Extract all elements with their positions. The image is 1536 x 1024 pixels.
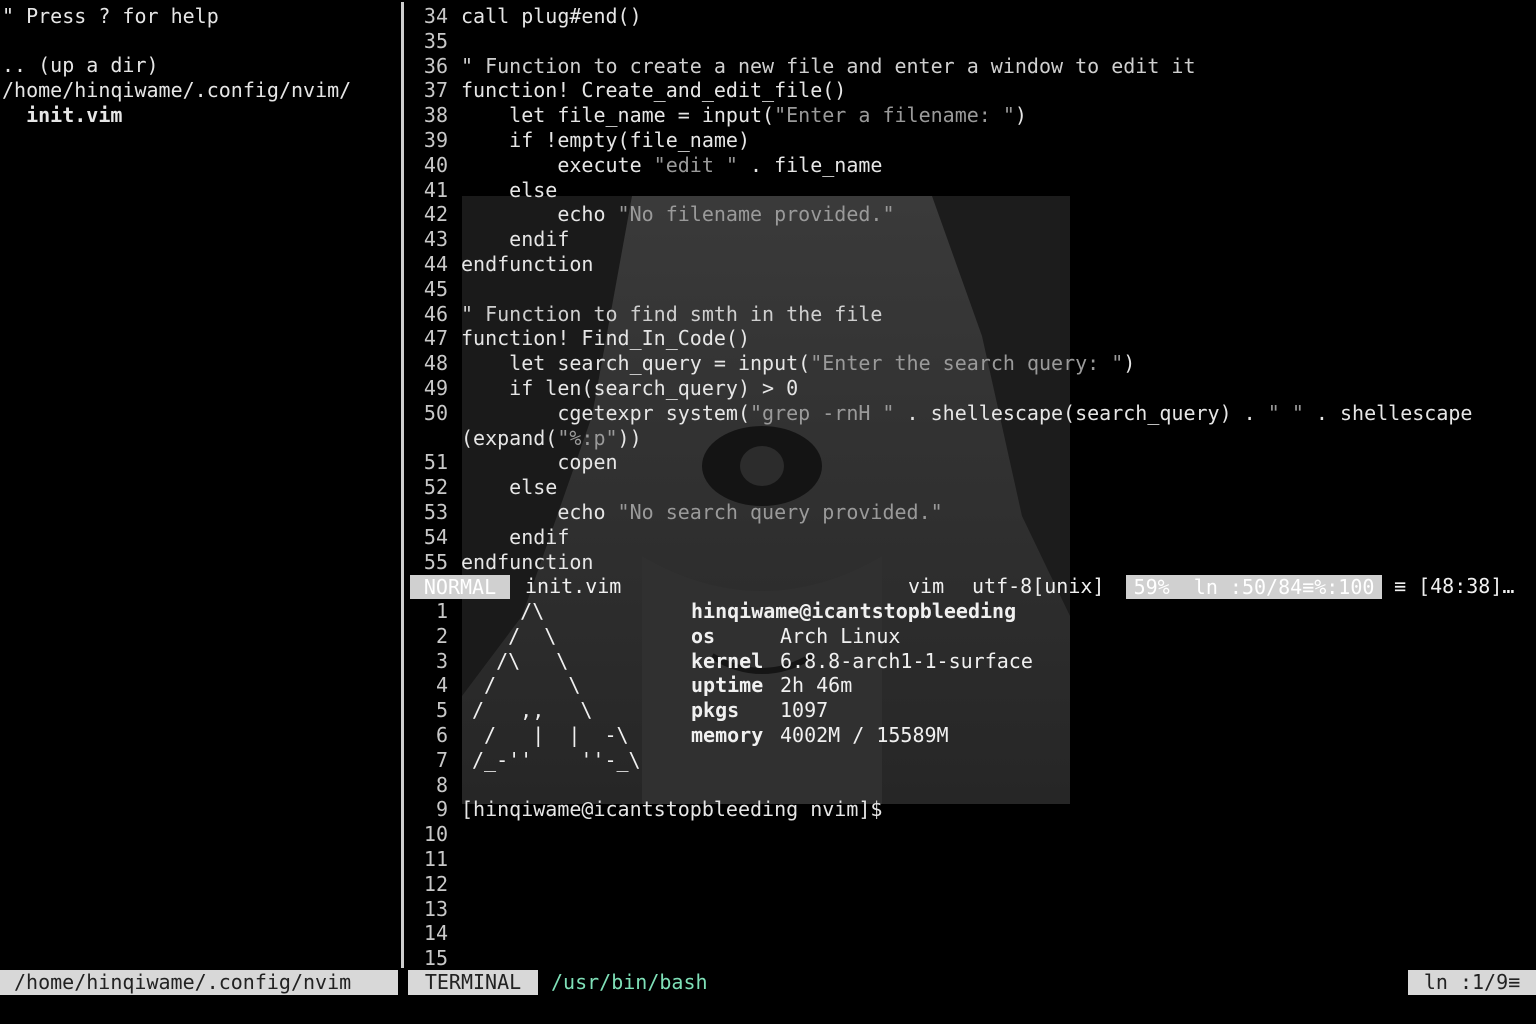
tree-help-hint: " Press ? for help — [2, 4, 219, 28]
editor-line-number: 46 — [423, 301, 448, 326]
fetch-key: kernel — [691, 648, 764, 673]
fetch-host: hinqiwame@icantstopbleeding — [691, 599, 1017, 623]
editor-code-line[interactable]: let file_name = input("Enter a filename:… — [461, 103, 1027, 128]
tree-file-init-vim[interactable]: init.vim — [2, 103, 122, 128]
arch-logo-ascii: / \ — [472, 673, 581, 698]
terminal-shell-path: /usr/bin/bash — [551, 970, 708, 994]
editor-line-number: 37 — [423, 78, 448, 103]
editor-code-line[interactable]: execute "edit " . file_name — [461, 153, 882, 178]
editor-code-line[interactable]: let search_query = input("Enter the sear… — [461, 351, 1135, 376]
terminal-line-number: 6 — [435, 723, 448, 747]
terminal-line-number: 4 — [435, 673, 448, 698]
status-trail: ≡ [48:38]… — [1394, 574, 1515, 598]
editor-code-line[interactable]: " Function to find smth in the file — [461, 302, 882, 327]
terminal-line-number: 2 — [435, 623, 448, 648]
fetch-value: 4002M / 15589M — [780, 723, 949, 747]
editor-code-line[interactable]: copen — [461, 450, 617, 475]
editor-code-line[interactable]: echo "No search query provided." — [461, 500, 942, 525]
editor-line-number: 49 — [423, 376, 448, 400]
editor-code-line[interactable]: if !empty(file_name) — [461, 128, 750, 153]
editor-line-number: 53 — [423, 500, 448, 524]
fetch-value: Arch Linux — [780, 623, 901, 648]
fetch-key: uptime — [691, 673, 764, 698]
editor-line-number: 39 — [423, 128, 448, 152]
pane-divider[interactable] — [401, 2, 404, 968]
arch-logo-ascii: / | | -\ — [472, 723, 629, 747]
arch-logo-ascii: / ,, \ — [472, 698, 593, 723]
tree-up-dir[interactable]: .. (up a dir) — [2, 53, 159, 78]
editor-code-line[interactable]: endif — [461, 525, 569, 550]
nvim-window: " Press ? for help .. (up a dir) /home/h… — [0, 0, 1536, 1024]
editor-line-number: 43 — [423, 227, 448, 252]
editor-code-line[interactable]: if len(search_query) > 0 — [461, 376, 798, 401]
shell-prompt[interactable]: [hinqiwame@icantstopbleeding nvim]$ — [461, 797, 882, 822]
tree-status-path: /home/hinqiwame/.config/nvim — [0, 970, 398, 995]
editor-line-number: 45 — [423, 276, 448, 301]
editor-code-line[interactable]: function! Create_and_edit_file() — [461, 78, 846, 103]
editor-line-number: 40 — [423, 152, 448, 177]
terminal-line-number: 3 — [435, 648, 448, 673]
editor-line-number: 41 — [423, 177, 448, 202]
terminal-line-number: 5 — [435, 698, 448, 723]
terminal-line-number: 10 — [423, 822, 448, 847]
editor-line-number: 52 — [423, 475, 448, 500]
terminal-mode-tag: TERMINAL — [408, 970, 538, 995]
terminal-position: ln :1/9≡ — [1408, 970, 1536, 995]
editor-line-number: 34 — [423, 4, 448, 28]
editor-line-number: 42 — [423, 202, 448, 227]
fetch-value: 2h 46m — [780, 673, 853, 698]
status-position: 59% ln :50/84≡%:100 — [1126, 575, 1382, 599]
terminal-line-number: 13 — [423, 896, 448, 921]
editor-code-line[interactable]: function! Find_In_Code() — [461, 326, 750, 351]
editor-code-line[interactable]: endif — [461, 227, 569, 252]
fetch-key: pkgs — [691, 698, 740, 723]
terminal-line-number: 12 — [423, 871, 448, 896]
fetch-key: memory — [691, 723, 764, 747]
terminal-line-number: 7 — [435, 747, 448, 772]
status-encoding: utf-8[unix] — [972, 574, 1105, 598]
editor-line-number: 55 — [423, 549, 448, 574]
terminal-line-number: 9 — [435, 797, 448, 822]
editor-code-line[interactable]: else — [461, 178, 557, 203]
terminal-line-number: 15 — [423, 946, 448, 971]
editor-code-line[interactable]: call plug#end() — [461, 4, 642, 29]
editor-code-line[interactable]: (expand("%:p")) — [461, 426, 642, 451]
mode-indicator: NORMAL — [410, 575, 510, 599]
tree-current-dir[interactable]: /home/hinqiwame/.config/nvim/ — [2, 78, 351, 103]
fetch-value: 1097 — [780, 698, 829, 723]
editor-line-number: 50 — [423, 400, 448, 425]
editor-line-number: 36 — [423, 53, 448, 78]
editor-line-number: 48 — [423, 351, 448, 376]
editor-line-number: 47 — [423, 326, 448, 351]
editor-line-number: 51 — [423, 450, 448, 475]
editor-code-line[interactable]: endfunction — [461, 252, 593, 277]
arch-logo-ascii: /_-'' ''-_\ — [472, 747, 641, 772]
arch-logo-ascii: / \ — [472, 623, 557, 648]
editor-code-line[interactable]: else — [461, 475, 557, 500]
editor-line-number: 38 — [423, 103, 448, 128]
editor-line-number: 54 — [423, 524, 448, 549]
arch-logo-ascii: /\ — [472, 599, 545, 623]
editor-line-number — [408, 426, 448, 451]
fetch-key: os — [691, 623, 716, 648]
editor-code-line[interactable]: endfunction — [461, 550, 593, 575]
terminal-line-number: 8 — [435, 772, 448, 797]
editor-code-line[interactable]: " Function to create a new file and ente… — [461, 54, 1196, 79]
editor-code-line[interactable]: cgetexpr system("grep -rnH " . shellesca… — [461, 401, 1472, 426]
terminal-line-number: 14 — [423, 921, 448, 946]
editor-line-number: 35 — [423, 28, 448, 53]
editor-code-line[interactable]: echo "No filename provided." — [461, 202, 894, 227]
fetch-value: 6.8.8-arch1-1-surface — [780, 648, 1033, 673]
arch-logo-ascii: /\ \ — [472, 648, 569, 673]
editor-line-number: 44 — [423, 252, 448, 276]
status-filetype: vim — [908, 574, 945, 598]
status-filename: init.vim — [525, 574, 622, 598]
terminal-line-number: 11 — [423, 847, 448, 871]
status-line: NORMAL init.vim vim utf-8[unix] 59% ln :… — [408, 574, 1536, 599]
terminal-line-number: 1 — [435, 599, 448, 623]
file-tree-pane: " Press ? for help .. (up a dir) /home/h… — [0, 0, 400, 968]
